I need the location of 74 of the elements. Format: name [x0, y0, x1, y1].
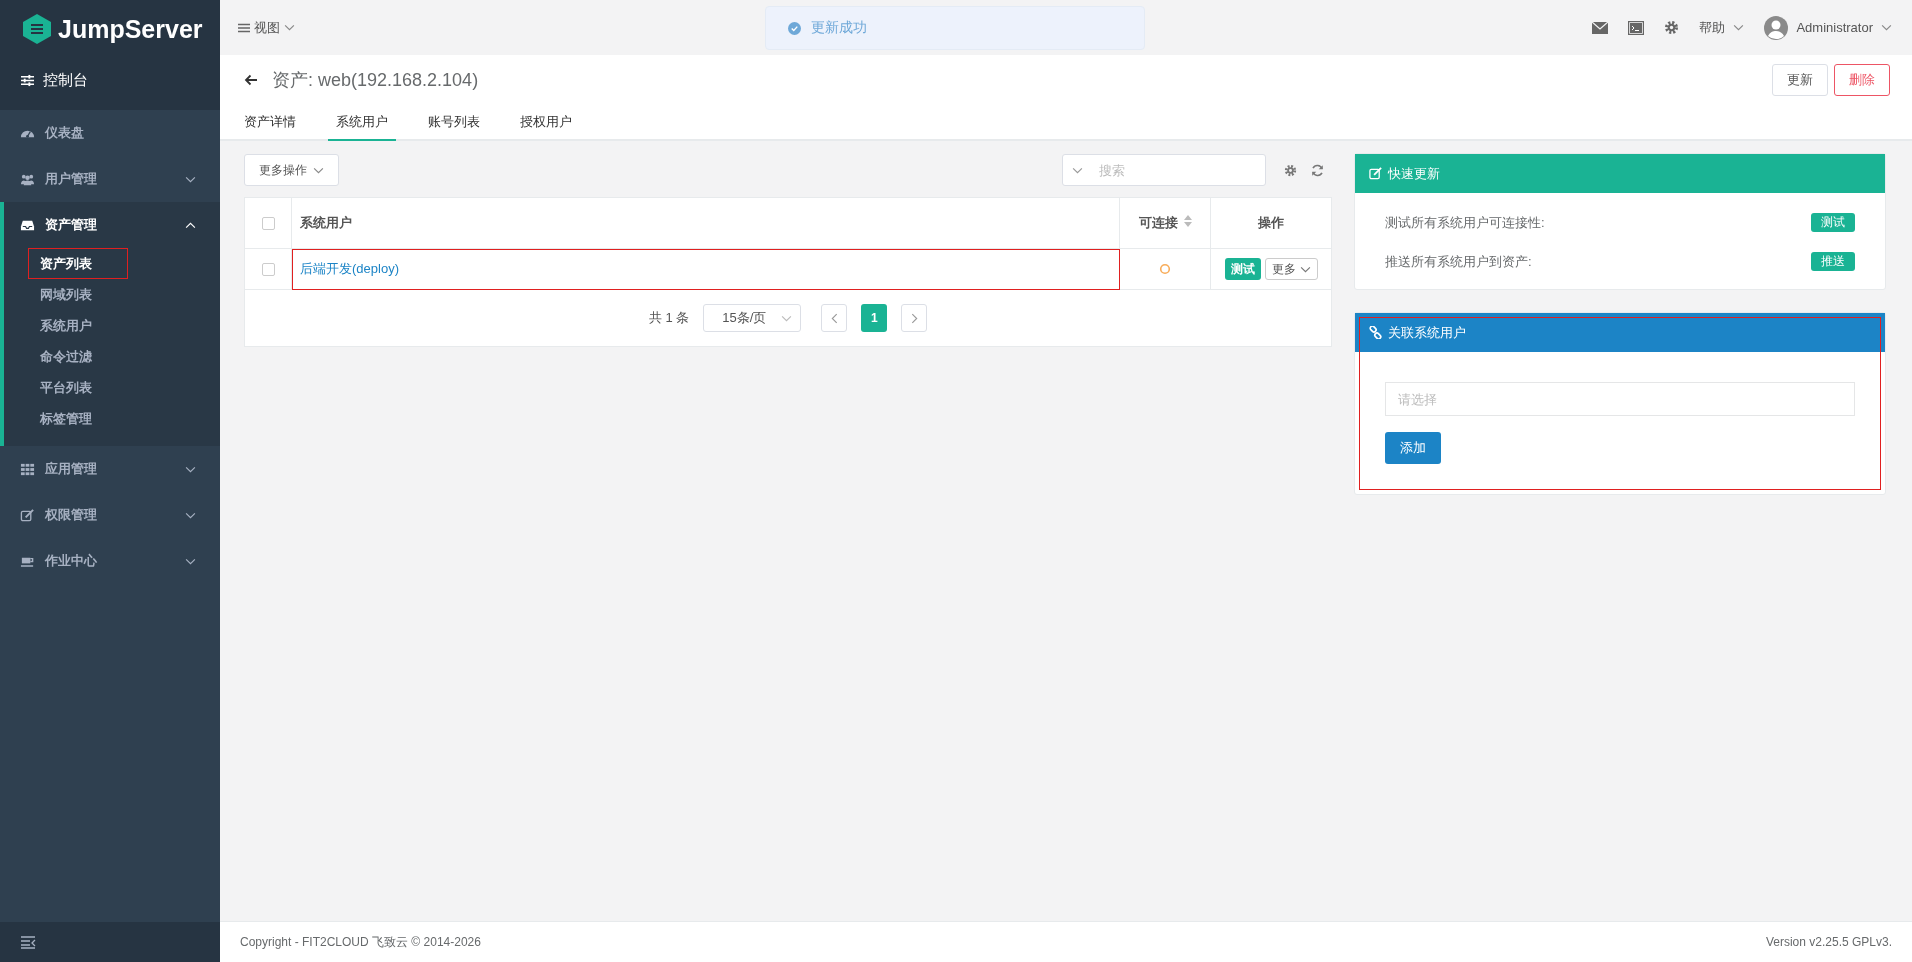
search-field[interactable]: 搜索: [1062, 154, 1266, 186]
chevron-down-icon: [781, 314, 793, 322]
tab[interactable]: 授权用户: [512, 105, 580, 141]
menu-item[interactable]: 权限管理: [45, 506, 175, 524]
chevron-down-icon: [185, 557, 196, 565]
submenu-item[interactable]: 命令过滤: [28, 341, 128, 372]
chevron-down-icon: [185, 175, 196, 183]
terminal-icon[interactable]: [1628, 20, 1645, 35]
copyright-text: Copyright - FIT2CLOUD 飞致云 © 2014-2026: [240, 933, 481, 951]
console-title[interactable]: 控制台: [43, 70, 88, 90]
submenu-item[interactable]: 标签管理: [28, 403, 128, 434]
settings-icon[interactable]: [1664, 20, 1680, 35]
grid-icon: [20, 461, 35, 477]
update-button[interactable]: 更新: [1772, 64, 1828, 96]
edit-icon: [20, 507, 35, 523]
logo-text: JumpServer: [58, 14, 203, 44]
more-dropdown[interactable]: 更多: [1264, 258, 1318, 280]
submenu-item[interactable]: 系统用户: [28, 310, 128, 341]
checkbox[interactable]: [261, 262, 275, 276]
refresh-icon[interactable]: [1311, 163, 1324, 177]
chevron-down-icon: [185, 511, 196, 519]
check-circle-icon: [788, 21, 801, 35]
hexagon-logo-icon: [22, 13, 52, 45]
link-icon: [1369, 326, 1382, 339]
add-button[interactable]: 添加: [1385, 432, 1441, 464]
column-header[interactable]: 可连接: [1119, 198, 1211, 249]
select-field[interactable]: 请选择: [1385, 382, 1855, 416]
chevron-down-icon: [1299, 265, 1311, 273]
chevron-down-icon: [185, 465, 196, 473]
more-actions-button[interactable]: 更多操作: [244, 154, 339, 186]
delete-button[interactable]: 删除: [1834, 64, 1890, 96]
view-menu[interactable]: 视图: [254, 18, 280, 37]
menu-icon: [238, 22, 250, 33]
settings-icon[interactable]: [1284, 163, 1297, 177]
column-header: 操作: [1210, 198, 1331, 249]
menu-item[interactable]: 应用管理: [45, 460, 175, 478]
chevron-down-icon: [313, 166, 324, 174]
chevron-down-icon: [1733, 24, 1745, 31]
submenu-item[interactable]: 网域列表: [28, 279, 128, 310]
menu-item[interactable]: 作业中心: [45, 552, 175, 570]
tab[interactable]: 资产详情: [236, 105, 304, 141]
chevron-left-icon: [830, 312, 838, 324]
submenu-item[interactable]: 平台列表: [28, 372, 128, 403]
column-header: 系统用户: [291, 198, 1120, 249]
tab[interactable]: 账号列表: [420, 105, 488, 141]
sliders-icon: [20, 73, 35, 87]
chevron-down-icon: [1072, 167, 1083, 174]
menu-item[interactable]: 仪表盘: [45, 124, 196, 142]
page-size-select[interactable]: 15条/页: [703, 304, 802, 332]
tab[interactable]: 系统用户: [328, 105, 396, 141]
help-menu[interactable]: 帮助: [1699, 18, 1726, 37]
total-count: 共 1 条: [648, 309, 690, 327]
action-label: 测试所有系统用户可连接性:: [1385, 213, 1545, 232]
checkbox[interactable]: [261, 216, 275, 230]
menu-item[interactable]: 资产管理: [45, 216, 175, 234]
version-text: Version v2.25.5 GPLv3.: [1765, 935, 1892, 949]
chevron-down-icon: [1881, 24, 1892, 31]
system-user-link[interactable]: 后端开发(deploy): [291, 248, 1120, 290]
avatar-icon[interactable]: [1764, 15, 1789, 40]
mail-icon[interactable]: [1592, 21, 1609, 34]
chevron-up-icon: [185, 221, 196, 229]
toast-message: 更新成功: [811, 19, 867, 37]
panel-title: 快速更新: [1388, 164, 1440, 183]
submenu-item[interactable]: 资产列表: [28, 248, 128, 279]
page-title: 资产: web(192.168.2.104): [272, 69, 479, 92]
chevron-down-icon: [284, 24, 295, 31]
back-arrow-icon[interactable]: [244, 74, 258, 86]
panel-title: 关联系统用户: [1388, 323, 1466, 342]
menu-item[interactable]: 用户管理: [45, 170, 175, 188]
action-label: 推送所有系统用户到资产:: [1385, 252, 1532, 271]
user-menu[interactable]: Administrator: [1796, 20, 1873, 35]
collapse-menu-icon[interactable]: [20, 935, 36, 949]
edit-icon: [1369, 167, 1382, 180]
chevron-right-icon: [910, 312, 918, 324]
